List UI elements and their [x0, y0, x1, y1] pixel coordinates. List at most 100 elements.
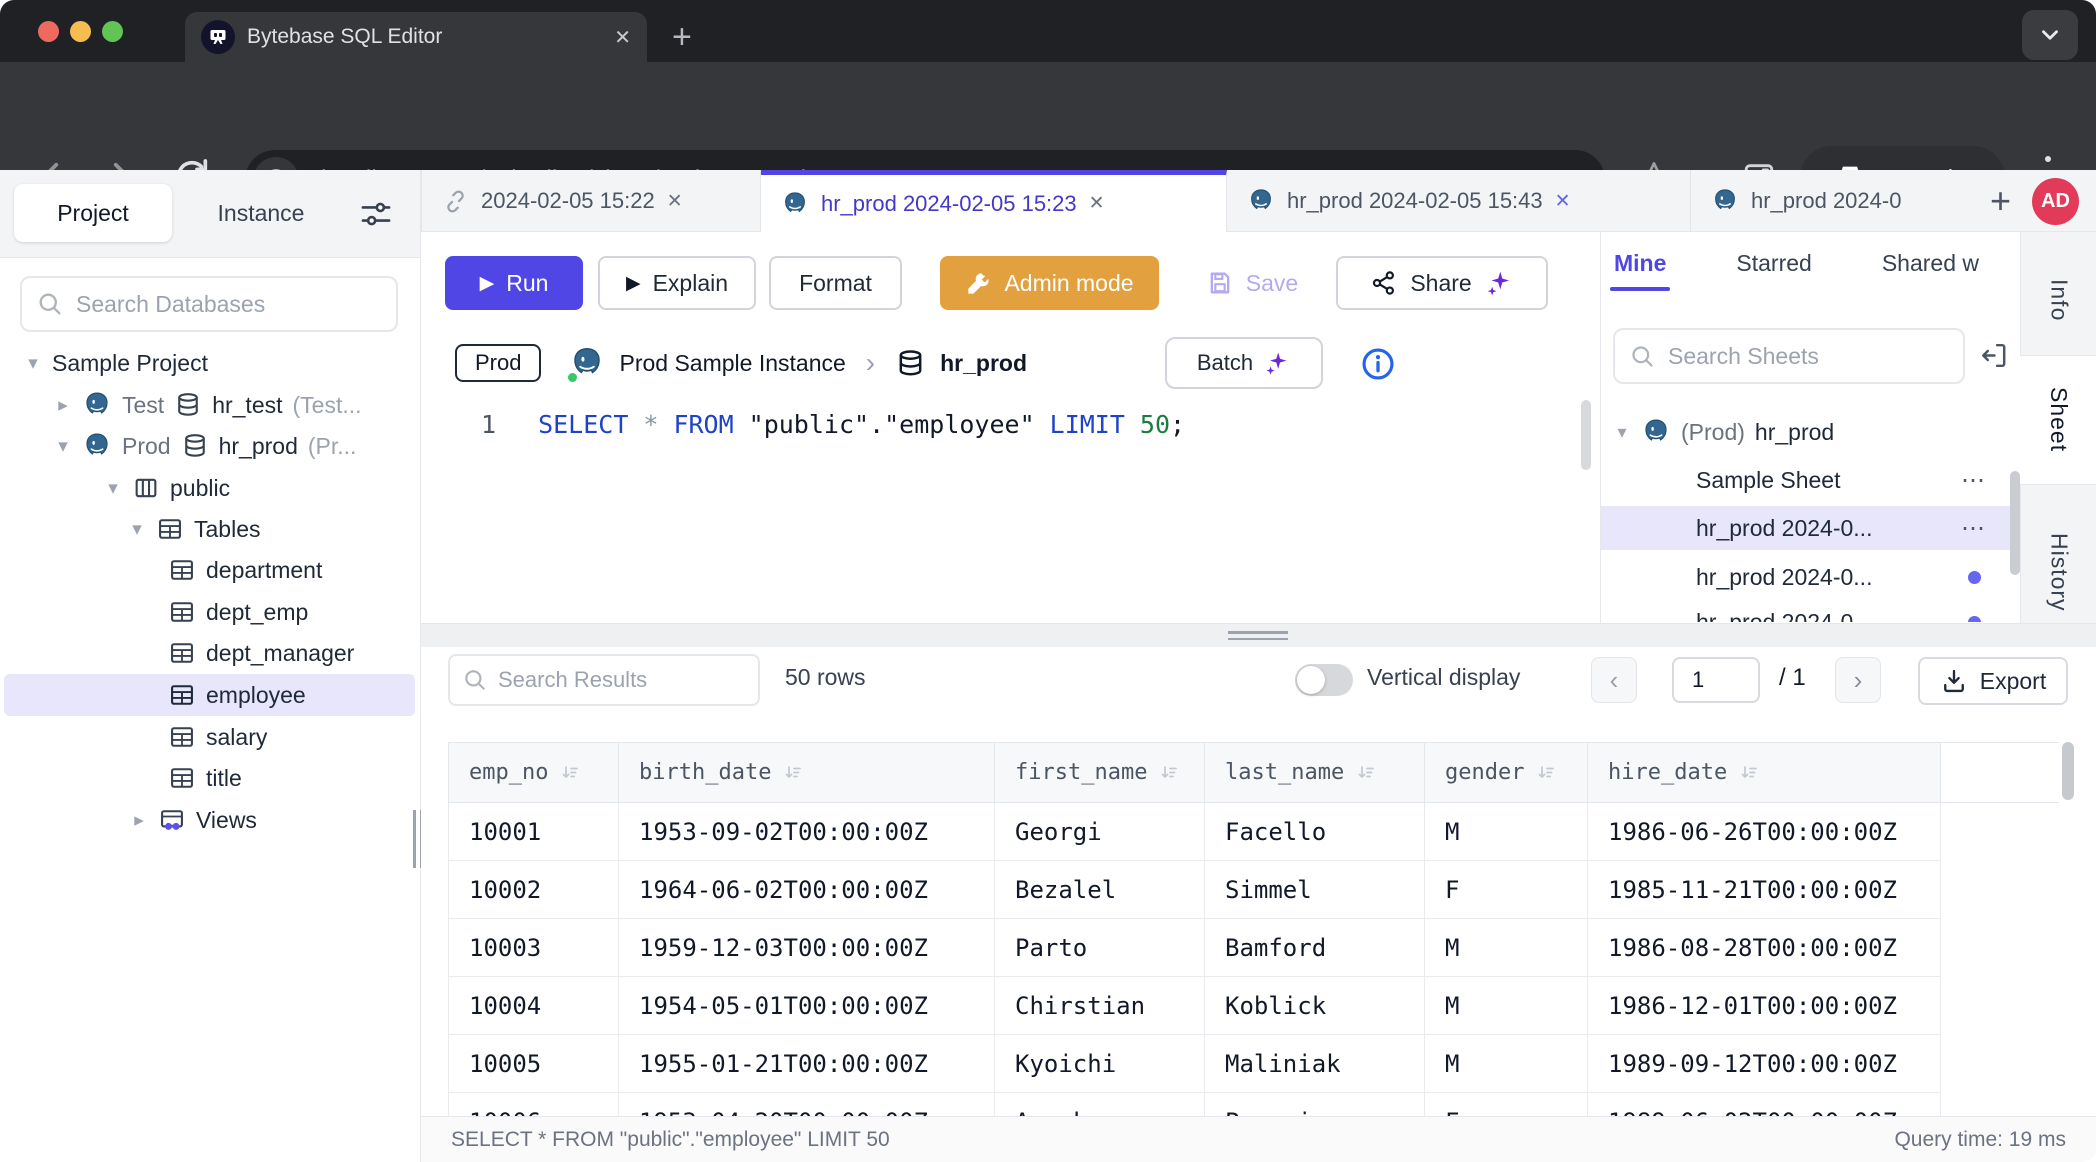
tree-item-env-prod[interactable]: ▾ Prod hr_prod (Pr...: [54, 425, 356, 467]
cell[interactable]: Anneke: [995, 1093, 1205, 1117]
results-scrollbar-thumb[interactable]: [2062, 742, 2074, 800]
rail-tab-info[interactable]: Info: [2021, 250, 2096, 350]
cell[interactable]: F: [1425, 1093, 1588, 1117]
explain-button[interactable]: ▶ Explain: [598, 256, 756, 310]
cell[interactable]: F: [1425, 861, 1588, 919]
cell[interactable]: 10004: [449, 977, 619, 1035]
traffic-light-close[interactable]: [38, 21, 59, 42]
cell[interactable]: 1986-12-01T00:00:00Z: [1588, 977, 1941, 1035]
tree-item-table-salary[interactable]: salary: [168, 716, 267, 758]
prev-page-button[interactable]: ‹: [1591, 657, 1637, 703]
tab-mine[interactable]: Mine: [1614, 250, 1666, 277]
tree-item-table-employee[interactable]: employee: [168, 674, 306, 716]
cell[interactable]: 10005: [449, 1035, 619, 1093]
tab-instance[interactable]: Instance: [196, 184, 326, 242]
sheets-scrollbar[interactable]: [2010, 471, 2020, 575]
sheets-group-row[interactable]: ▾ (Prod) hr_prod: [1601, 410, 2011, 454]
table-row[interactable]: 100041954-05-01T00:00:00ZChirstianKoblic…: [449, 977, 2059, 1035]
format-button[interactable]: Format: [769, 256, 902, 310]
table-row[interactable]: 100051955-01-21T00:00:00ZKyoichiMaliniak…: [449, 1035, 2059, 1093]
column-header[interactable]: last_name: [1205, 743, 1425, 803]
sheet-item[interactable]: hr_prod 2024-0...: [1601, 600, 2011, 622]
cell[interactable]: Georgi: [995, 803, 1205, 861]
cell[interactable]: 1959-12-03T00:00:00Z: [619, 919, 995, 977]
cell[interactable]: 1986-06-26T00:00:00Z: [1588, 803, 1941, 861]
run-button[interactable]: ▶ Run: [445, 256, 583, 310]
save-button[interactable]: Save: [1192, 256, 1312, 310]
avatar[interactable]: AD: [2032, 178, 2079, 225]
sheet-menu-icon[interactable]: ⋯: [1961, 466, 1985, 495]
table-row[interactable]: 100031959-12-03T00:00:00ZPartoBamfordM19…: [449, 919, 2059, 977]
traffic-light-minimize[interactable]: [70, 21, 91, 42]
cell[interactable]: 1953-09-02T00:00:00Z: [619, 803, 995, 861]
cell[interactable]: 1985-11-21T00:00:00Z: [1588, 861, 1941, 919]
table-row[interactable]: 100061953-04-20T00:00:00ZAnnekePreusigF1…: [449, 1093, 2059, 1117]
rail-tab-history[interactable]: History: [2021, 517, 2096, 627]
cell[interactable]: 10003: [449, 919, 619, 977]
collapse-panel-icon[interactable]: [1979, 340, 2010, 371]
column-header[interactable]: gender: [1425, 743, 1588, 803]
cell[interactable]: Bezalel: [995, 861, 1205, 919]
sort-icon[interactable]: [560, 763, 580, 783]
cell[interactable]: 1964-06-02T00:00:00Z: [619, 861, 995, 919]
sort-icon[interactable]: [783, 763, 803, 783]
cell[interactable]: 10006: [449, 1093, 619, 1117]
cell[interactable]: Bamford: [1205, 919, 1425, 977]
batch-button[interactable]: Batch: [1165, 337, 1323, 389]
tree-item-schema-public[interactable]: ▾ public: [104, 467, 230, 509]
filter-sliders-icon[interactable]: [358, 198, 394, 230]
sql-editor[interactable]: 1 SELECT * FROM "public"."employee" LIMI…: [421, 396, 1600, 623]
export-button[interactable]: Export: [1918, 657, 2068, 705]
cell[interactable]: Chirstian: [995, 977, 1205, 1035]
cell[interactable]: 1955-01-21T00:00:00Z: [619, 1035, 995, 1093]
cell[interactable]: Parto: [995, 919, 1205, 977]
sort-icon[interactable]: [1739, 763, 1759, 783]
caret-down-icon[interactable]: ▾: [24, 352, 42, 375]
panel-divider[interactable]: [421, 623, 2096, 647]
tab-close-icon[interactable]: ✕: [1555, 190, 1571, 213]
cell[interactable]: Facello: [1205, 803, 1425, 861]
tree-item-table-dept-emp[interactable]: dept_emp: [168, 591, 308, 633]
cell[interactable]: 1953-04-20T00:00:00Z: [619, 1093, 995, 1117]
results-search-input[interactable]: Search Results: [448, 654, 760, 706]
browser-tab-close-icon[interactable]: ✕: [614, 25, 631, 50]
editor-tab-3[interactable]: hr_prod 2024-02-05 15:43 ✕: [1227, 170, 1691, 232]
cell[interactable]: M: [1425, 919, 1588, 977]
caret-right-icon[interactable]: ▸: [54, 394, 72, 417]
tree-item-table-title[interactable]: title: [168, 757, 242, 799]
cell[interactable]: M: [1425, 1035, 1588, 1093]
tab-starred[interactable]: Starred: [1736, 250, 1811, 277]
divider-drag-handle[interactable]: [1228, 631, 1288, 644]
table-row[interactable]: 100021964-06-02T00:00:00ZBezalelSimmelF1…: [449, 861, 2059, 919]
caret-down-icon[interactable]: ▾: [128, 518, 146, 541]
share-button[interactable]: Share: [1336, 256, 1548, 310]
sort-icon[interactable]: [1536, 763, 1556, 783]
cell[interactable]: M: [1425, 803, 1588, 861]
cell[interactable]: Koblick: [1205, 977, 1425, 1035]
column-header[interactable]: emp_no: [449, 743, 619, 803]
tab-close-icon[interactable]: ✕: [1089, 192, 1105, 215]
sheet-item[interactable]: hr_prod 2024-0...: [1601, 555, 2011, 599]
tree-item-table-dept-manager[interactable]: dept_manager: [168, 632, 354, 674]
sheet-item[interactable]: Sample Sheet ⋯: [1601, 458, 2011, 502]
cell[interactable]: M: [1425, 977, 1588, 1035]
tree-item-project[interactable]: ▾ Sample Project: [24, 342, 208, 384]
cell[interactable]: Maliniak: [1205, 1035, 1425, 1093]
editor-tab-1[interactable]: 2024-02-05 15:22 ✕: [421, 170, 761, 232]
cell[interactable]: 10001: [449, 803, 619, 861]
editor-tab-2-active[interactable]: hr_prod 2024-02-05 15:23 ✕: [761, 170, 1227, 232]
vertical-display-toggle[interactable]: [1295, 664, 1353, 696]
traffic-light-zoom[interactable]: [102, 21, 123, 42]
cell[interactable]: 10002: [449, 861, 619, 919]
caret-right-icon[interactable]: ▸: [130, 809, 148, 832]
cell[interactable]: Kyoichi: [995, 1035, 1205, 1093]
column-header[interactable]: birth_date: [619, 743, 995, 803]
browser-tab[interactable]: Bytebase SQL Editor ✕: [185, 12, 647, 62]
cell[interactable]: 1954-05-01T00:00:00Z: [619, 977, 995, 1035]
database-name[interactable]: hr_prod: [940, 350, 1027, 377]
tree-item-table-department[interactable]: department: [168, 549, 322, 591]
cell[interactable]: 1986-08-28T00:00:00Z: [1588, 919, 1941, 977]
table-row[interactable]: 100011953-09-02T00:00:00ZGeorgiFacelloM1…: [449, 803, 2059, 861]
sheet-item-selected[interactable]: hr_prod 2024-0... ⋯: [1601, 506, 2011, 550]
caret-down-icon[interactable]: ▾: [54, 435, 72, 458]
